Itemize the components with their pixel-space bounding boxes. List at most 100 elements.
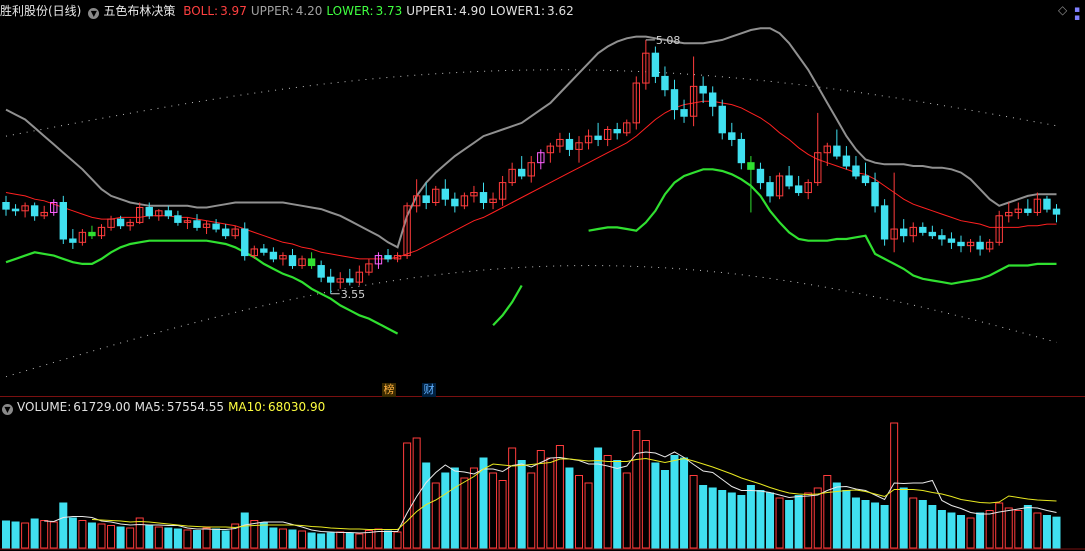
candle-body [718, 105, 726, 134]
volume-bar [68, 517, 77, 549]
chevron-down-icon[interactable]: ▼ [2, 404, 13, 415]
volume-bar [193, 530, 201, 549]
candle-body [221, 228, 230, 237]
volume-bar [384, 530, 392, 549]
candle-body [1052, 208, 1061, 215]
volume-bar [622, 472, 631, 549]
candle-body [785, 175, 793, 187]
volume-bar [995, 502, 1004, 549]
volume-bar [40, 520, 49, 549]
header-value-0: 3.97 [220, 4, 247, 18]
volume-bar [871, 502, 880, 549]
candle-body [1043, 198, 1051, 210]
indicator-name[interactable]: 五色布林决策 [103, 4, 175, 18]
candle-body [900, 228, 908, 237]
menu-dots-icon[interactable]: ▪ ▪ [1074, 6, 1080, 23]
volume-bar [288, 529, 297, 549]
volume-bar [966, 517, 975, 549]
candle-body [670, 89, 679, 111]
volume-bar [546, 457, 555, 549]
candle-body [651, 52, 660, 77]
candle-body [680, 109, 688, 117]
candle-body [842, 155, 851, 167]
upper-band-line [5, 27, 1057, 249]
finance-badge[interactable]: 财 [422, 383, 436, 397]
candle-body [957, 241, 965, 247]
volume-bar [97, 523, 106, 549]
candle-body [30, 205, 39, 217]
candle-body [565, 138, 574, 150]
volume-bar [689, 475, 698, 549]
header-label-0: BOLL: [183, 4, 219, 18]
candle-body [212, 223, 220, 230]
volume-header: ▼ VOLUME: 61729.00 MA5: 57554.55 MA10: 68030.9… [0, 399, 333, 415]
volume-bar [976, 512, 985, 549]
volume-bar [259, 522, 268, 549]
volume-bar [11, 521, 20, 549]
volume-bar [584, 482, 593, 549]
volume-bar [1042, 515, 1051, 549]
candle-body [852, 165, 860, 177]
volume-bar [87, 522, 96, 549]
candle-body [919, 226, 927, 233]
volume-bar [536, 450, 545, 549]
header-label-3: UPPER1: [406, 4, 458, 18]
volume-bar [947, 512, 956, 549]
volume-bar [441, 472, 450, 549]
volume-bar [1023, 505, 1032, 549]
rank-badge[interactable]: 榜 [382, 383, 396, 397]
volume-bar [498, 480, 507, 549]
volume-bar [708, 487, 717, 549]
candle-body [661, 75, 669, 91]
candle-body [164, 210, 173, 217]
volume-bar [804, 492, 813, 549]
candle-body [871, 182, 879, 207]
volume-bar [861, 500, 870, 549]
volume-bar [928, 505, 937, 549]
candle-body [193, 220, 201, 228]
candle-body [479, 192, 488, 204]
volume-bar [336, 531, 345, 549]
volume-bar [957, 515, 965, 549]
volume-bar [460, 477, 469, 549]
diamond-icon[interactable]: ◇ [1058, 3, 1067, 17]
volume-bar [221, 530, 230, 549]
volume-bar [355, 533, 364, 549]
volume-bar [880, 505, 889, 549]
volume-bar [183, 529, 192, 549]
stock-title[interactable]: 胜利股份(日线) [0, 4, 81, 18]
volume-bar [527, 472, 536, 549]
volume-bar [278, 528, 287, 549]
candle-body [346, 278, 354, 283]
volume-bar [393, 531, 402, 549]
candle-body [928, 231, 937, 237]
volume-bar [78, 520, 87, 549]
volume-bar [641, 440, 650, 549]
header-value-3: 4.90 [459, 4, 486, 18]
volume-bar [154, 526, 163, 549]
low-annotation: 3.55 [341, 288, 366, 301]
chevron-down-icon[interactable]: ▼ [88, 8, 100, 19]
volume-bar [59, 502, 68, 549]
candle-body [69, 238, 77, 243]
header-label-1: UPPER: [250, 4, 294, 18]
volume-bar [680, 457, 689, 549]
volume-bar [30, 518, 39, 549]
candle-body [861, 175, 870, 184]
volume-bar [250, 520, 259, 549]
candle-body [613, 129, 621, 134]
volume-bar [718, 490, 727, 549]
candlestick-chart[interactable]: 5.08 3.55 [0, 0, 1085, 551]
volume-bar [135, 517, 144, 549]
volume-bar [909, 497, 918, 549]
volume-bar [575, 475, 583, 549]
volume-bar [1004, 507, 1013, 549]
candle-body [317, 265, 325, 278]
volume-bar [890, 422, 899, 549]
candle-body [833, 145, 841, 157]
volume-bar [813, 487, 822, 549]
candle-body [441, 188, 450, 200]
candle-body [327, 276, 335, 283]
candle-body [269, 251, 278, 260]
candle-body [88, 231, 96, 237]
